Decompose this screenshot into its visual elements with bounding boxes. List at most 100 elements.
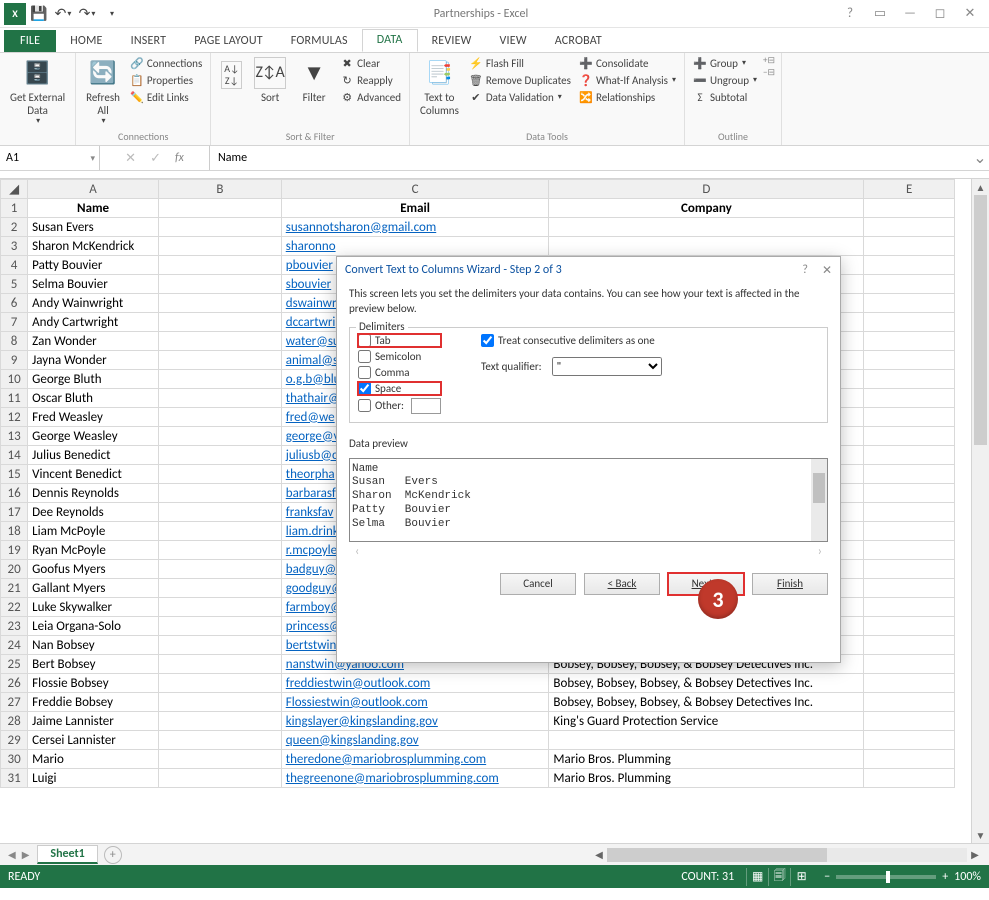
row-header[interactable]: 26	[1, 674, 28, 693]
email-link[interactable]: pbouvier	[286, 258, 333, 273]
cell[interactable]	[158, 465, 281, 484]
email-link[interactable]: badguy@	[286, 562, 336, 577]
email-link[interactable]: kingslayer@kingslanding.gov	[286, 714, 438, 729]
scroll-up-icon[interactable]: ▲	[972, 179, 989, 195]
cell[interactable]: Andy Cartwright	[28, 313, 159, 332]
row-header[interactable]: 11	[1, 389, 28, 408]
email-link[interactable]: farmboy@	[286, 600, 342, 615]
clear-button[interactable]: ✖Clear	[338, 55, 403, 71]
email-link[interactable]: barbarasf	[286, 486, 336, 501]
remove-duplicates-button[interactable]: 🗑Remove Duplicates	[467, 72, 573, 88]
email-link[interactable]: susannotsharon@gmail.com	[286, 220, 436, 235]
cell[interactable]: freddiestwin@outlook.com	[281, 674, 549, 693]
cell[interactable]	[864, 674, 955, 693]
cell[interactable]: King's Guard Protection Service	[549, 712, 864, 731]
reapply-button[interactable]: ↻Reapply	[338, 72, 403, 88]
cell[interactable]	[864, 446, 955, 465]
cell[interactable]	[158, 636, 281, 655]
cell[interactable]	[864, 522, 955, 541]
cell[interactable]	[158, 256, 281, 275]
zoom-level[interactable]: 100%	[954, 870, 981, 884]
cell[interactable]: Freddie Bobsey	[28, 693, 159, 712]
cell[interactable]	[864, 503, 955, 522]
row-header[interactable]: 23	[1, 617, 28, 636]
cell[interactable]: Dennis Reynolds	[28, 484, 159, 503]
cell[interactable]	[864, 370, 955, 389]
preview-scrollbar[interactable]	[811, 459, 827, 541]
email-link[interactable]: theredone@mariobrosplumming.com	[286, 752, 486, 767]
cell[interactable]	[158, 503, 281, 522]
cell[interactable]: sharonno	[281, 237, 549, 256]
row-header[interactable]: 18	[1, 522, 28, 541]
row-header[interactable]: 16	[1, 484, 28, 503]
text-to-columns-button[interactable]: 📑Text to Columns	[416, 55, 463, 119]
formula-input[interactable]: Name	[210, 146, 971, 170]
show-detail-icon[interactable]: +⊟	[763, 55, 775, 66]
cell[interactable]	[158, 351, 281, 370]
col-header-D[interactable]: D	[549, 180, 864, 199]
row-header[interactable]: 10	[1, 370, 28, 389]
cell[interactable]	[549, 731, 864, 750]
tab-page-layout[interactable]: PAGE LAYOUT	[180, 31, 277, 52]
row-header[interactable]: 30	[1, 750, 28, 769]
email-link[interactable]: sharonno	[286, 239, 336, 254]
row-header[interactable]: 19	[1, 541, 28, 560]
cell[interactable]: George Bluth	[28, 370, 159, 389]
row-header[interactable]: 20	[1, 560, 28, 579]
new-sheet-button[interactable]: +	[104, 846, 122, 864]
cell[interactable]: Cersei Lannister	[28, 731, 159, 750]
delimiter-other-checkbox[interactable]: Other:	[358, 398, 441, 414]
col-header-B[interactable]: B	[158, 180, 281, 199]
cell[interactable]	[158, 370, 281, 389]
cell[interactable]: Gallant Myers	[28, 579, 159, 598]
row-header[interactable]: 12	[1, 408, 28, 427]
row-header[interactable]: 6	[1, 294, 28, 313]
email-link[interactable]: dswainwr	[286, 296, 337, 311]
cell[interactable]	[158, 313, 281, 332]
view-page-layout-icon[interactable]: 🗐	[768, 868, 790, 886]
cell[interactable]	[158, 389, 281, 408]
vertical-scrollbar[interactable]: ▲ ▼	[971, 179, 989, 843]
select-all[interactable]: ◢	[1, 180, 28, 199]
cell[interactable]	[864, 484, 955, 503]
tab-insert[interactable]: INSERT	[117, 31, 181, 52]
email-link[interactable]: water@su	[286, 334, 340, 349]
cancel-formula-icon[interactable]: ✕	[125, 151, 136, 166]
tab-acrobat[interactable]: ACROBAT	[541, 31, 616, 52]
cell[interactable]	[158, 731, 281, 750]
email-link[interactable]: thegreenone@mariobrosplumming.com	[286, 771, 499, 786]
cell[interactable]	[864, 769, 955, 788]
cell[interactable]: Flossiestwin@outlook.com	[281, 693, 549, 712]
dialog-help-icon[interactable]: ?	[802, 263, 808, 278]
cell[interactable]	[158, 655, 281, 674]
row-header[interactable]: 3	[1, 237, 28, 256]
row-header[interactable]: 13	[1, 427, 28, 446]
cell[interactable]	[158, 674, 281, 693]
delimiter-comma-checkbox[interactable]: Comma	[358, 366, 441, 379]
cell[interactable]	[864, 750, 955, 769]
cell[interactable]	[158, 408, 281, 427]
row-header[interactable]: 28	[1, 712, 28, 731]
consolidate-button[interactable]: ➕Consolidate	[577, 55, 678, 71]
cell[interactable]: Oscar Bluth	[28, 389, 159, 408]
cell[interactable]	[864, 218, 955, 237]
cell[interactable]	[549, 218, 864, 237]
redo-icon[interactable]: ↷▾	[76, 3, 98, 25]
finish-button[interactable]: Finish	[752, 573, 828, 595]
sheet-nav-prev-icon[interactable]: ◀	[8, 848, 16, 861]
zoom-out-icon[interactable]: −	[824, 870, 830, 884]
preview-scroll-right-icon[interactable]: ›	[818, 544, 822, 559]
cell[interactable]: theredone@mariobrosplumming.com	[281, 750, 549, 769]
row-header[interactable]: 14	[1, 446, 28, 465]
zoom-slider[interactable]	[836, 875, 936, 879]
email-link[interactable]: freddiestwin@outlook.com	[286, 676, 431, 691]
cell[interactable]	[864, 712, 955, 731]
cell[interactable]: Liam McPoyle	[28, 522, 159, 541]
cell[interactable]: George Weasley	[28, 427, 159, 446]
cell[interactable]	[158, 484, 281, 503]
row-header[interactable]: 22	[1, 598, 28, 617]
email-link[interactable]: animal@s	[286, 353, 338, 368]
get-external-data-button[interactable]: 🗄️Get External Data▾	[6, 55, 69, 129]
tab-home[interactable]: HOME	[56, 31, 116, 52]
cell[interactable]	[158, 598, 281, 617]
